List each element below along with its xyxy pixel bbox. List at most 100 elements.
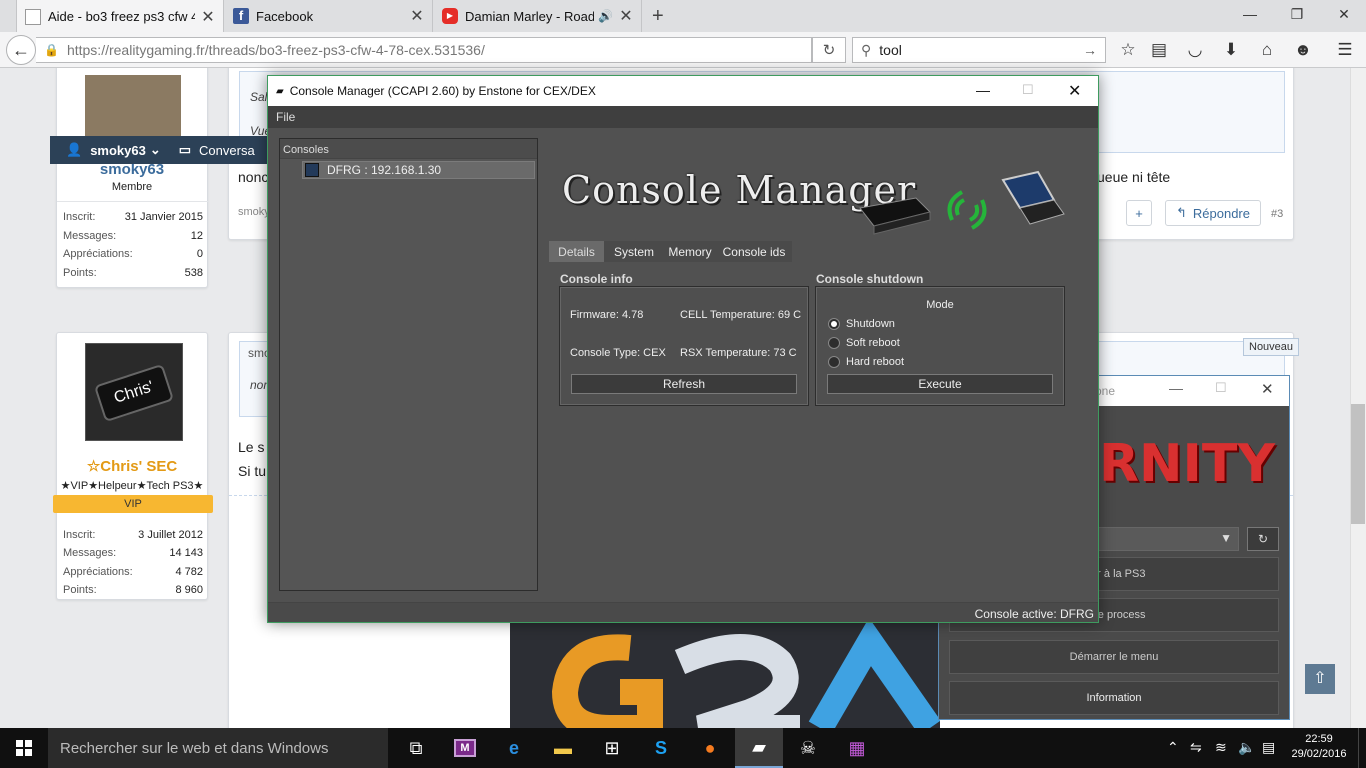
scroll-top-button[interactable]: ⇧	[1305, 664, 1335, 694]
skype-icon[interactable]: S	[637, 728, 685, 768]
minimize-window-icon[interactable]: —	[1240, 6, 1260, 22]
clock-date: 29/02/2016	[1291, 748, 1347, 760]
skull-app-icon[interactable]: ☠	[784, 728, 832, 768]
stat-label: Points:	[63, 584, 97, 596]
app-m-icon[interactable]: M	[441, 728, 489, 768]
close-tab-icon[interactable]: ✕	[201, 7, 215, 27]
browser-tab-youtube[interactable]: ▶ Damian Marley - Road... 🔊 ✕	[434, 0, 642, 32]
ps3-icon: ▰	[276, 85, 284, 97]
pocket-icon[interactable]: ◡	[1184, 40, 1206, 60]
post-text: nonc	[238, 169, 269, 185]
add-button[interactable]: +	[1126, 200, 1152, 226]
reading-list-icon[interactable]: ▤	[1148, 40, 1170, 60]
chevron-down-icon[interactable]: ⌄	[150, 142, 161, 158]
consoles-tree[interactable]: Consoles DFRG : 192.168.1.30	[279, 138, 538, 591]
stat-value: 538	[184, 267, 203, 279]
download-icon[interactable]: ⬇	[1220, 40, 1242, 60]
stat-value: 8 960	[175, 584, 203, 596]
network-device-icon[interactable]: ⇋	[1190, 739, 1202, 756]
reply-icon: ↰	[1175, 205, 1187, 220]
close-tab-icon[interactable]: ✕	[619, 6, 633, 26]
radio-shutdown-label[interactable]: Shutdown	[846, 318, 895, 330]
close-icon[interactable]: ✕	[1068, 81, 1081, 101]
stat-row: Points: 538	[63, 267, 203, 279]
close-tab-icon[interactable]: ✕	[410, 6, 424, 26]
avatar[interactable]: Chris'	[85, 343, 183, 441]
radio-soft-reboot-label[interactable]: Soft reboot	[846, 337, 900, 349]
stat-row: Inscrit: 31 Janvier 2015	[63, 211, 203, 223]
page-scrollbar[interactable]	[1350, 68, 1366, 728]
execute-button[interactable]: Execute	[827, 374, 1053, 394]
menu-icon[interactable]: ☰	[1334, 40, 1356, 60]
start-menu-button[interactable]: Démarrer le menu	[949, 640, 1279, 674]
tab-console-ids[interactable]: Console ids	[716, 241, 792, 262]
browser-tab-aide[interactable]: Aide - bo3 freez ps3 cfw 4... ✕	[16, 0, 224, 33]
show-desktop-button[interactable]	[1358, 728, 1366, 768]
radio-hard-reboot[interactable]	[828, 356, 840, 368]
home-icon[interactable]: ⌂	[1256, 40, 1278, 60]
wifi-icon[interactable]: ≋	[1215, 739, 1227, 756]
close-icon[interactable]: ✕	[1261, 380, 1274, 398]
console-entry-label: DFRG : 192.168.1.30	[327, 163, 442, 177]
task-view-icon[interactable]: ⧉	[392, 728, 440, 768]
search-value: tool	[879, 42, 902, 58]
cell-temperature-label: CELL Temperature: 69 C	[680, 309, 802, 321]
radio-shutdown[interactable]	[828, 318, 840, 330]
scrollbar-thumb[interactable]	[1351, 404, 1365, 524]
store-icon[interactable]: ⊞	[588, 728, 636, 768]
radio-hard-reboot-label[interactable]: Hard reboot	[846, 356, 904, 368]
post-footer-user[interactable]: smoky	[238, 206, 270, 218]
firefox-icon[interactable]: ●	[686, 728, 734, 768]
nav-username[interactable]: smoky63	[90, 143, 146, 158]
tab-title: Facebook	[256, 8, 314, 24]
stat-value: 3 Juillet 2012	[138, 529, 203, 541]
refresh-icon[interactable]: ↻	[1247, 527, 1279, 551]
inbox-icon: ▭	[178, 142, 192, 157]
console-entry[interactable]: DFRG : 192.168.1.30	[302, 161, 535, 179]
new-tab-button[interactable]: +	[652, 5, 664, 28]
url-host: https://realitygaming.fr	[66, 42, 205, 58]
reply-button[interactable]: ↰ Répondre	[1165, 200, 1261, 226]
volume-icon[interactable]: 🔈	[1238, 739, 1255, 756]
emoji-icon[interactable]: ☻	[1292, 40, 1314, 60]
minimize-icon[interactable]: —	[976, 82, 990, 98]
file-explorer-icon[interactable]: ▬	[539, 728, 587, 768]
refresh-button[interactable]: Refresh	[571, 374, 797, 394]
url-bar[interactable]: 🔒 https://realitygaming.fr /threads/bo3-…	[36, 37, 812, 63]
clock[interactable]: 22:59 29/02/2016	[1288, 732, 1350, 762]
restore-window-icon[interactable]: ❐	[1287, 6, 1307, 23]
start-button[interactable]	[0, 728, 48, 768]
back-button[interactable]: ←	[6, 35, 36, 65]
nav-conversations[interactable]: Conversa	[199, 143, 255, 158]
bookmark-star-icon[interactable]: ☆	[1117, 40, 1139, 60]
search-field[interactable]: ⚲ tool →	[852, 37, 1106, 63]
user-icon: 👤	[66, 142, 83, 157]
maximize-icon[interactable]: ☐	[1022, 82, 1034, 98]
notifications-icon[interactable]: ▤	[1262, 739, 1275, 756]
information-button[interactable]: Information	[949, 681, 1279, 715]
chevron-up-icon[interactable]: ⌃	[1167, 739, 1179, 756]
speaker-icon[interactable]: 🔊	[598, 9, 613, 23]
stat-label: Points:	[63, 267, 97, 279]
taskbar-search[interactable]: Rechercher sur le web et dans Windows	[48, 728, 388, 768]
username[interactable]: ☆Chris' SEC	[57, 457, 207, 475]
tab-details[interactable]: Details	[549, 241, 604, 262]
radio-soft-reboot[interactable]	[828, 337, 840, 349]
close-window-icon[interactable]: ✕	[1334, 6, 1354, 23]
console-manager-taskbar-icon[interactable]: ▰	[735, 728, 783, 768]
ad-banner[interactable]	[510, 622, 940, 728]
menu-file[interactable]: File	[276, 110, 295, 124]
winrar-icon[interactable]: ▦	[833, 728, 881, 768]
window-titlebar: ▰ Console Manager (CCAPI 2.60) by Enston…	[268, 76, 1098, 106]
search-go-icon[interactable]: →	[1083, 42, 1097, 58]
maximize-icon[interactable]: ☐	[1215, 380, 1227, 396]
stat-row: Messages: 14 143	[63, 547, 203, 559]
reload-button[interactable]: ↻	[812, 37, 846, 63]
browser-tab-facebook[interactable]: f Facebook ✕	[225, 0, 433, 32]
divider	[57, 201, 209, 202]
tab-system[interactable]: System	[604, 241, 664, 262]
post-number[interactable]: #3	[1271, 208, 1283, 220]
edge-icon[interactable]: e	[490, 728, 538, 768]
minimize-icon[interactable]: —	[1169, 380, 1183, 396]
tab-memory[interactable]: Memory	[664, 241, 716, 262]
